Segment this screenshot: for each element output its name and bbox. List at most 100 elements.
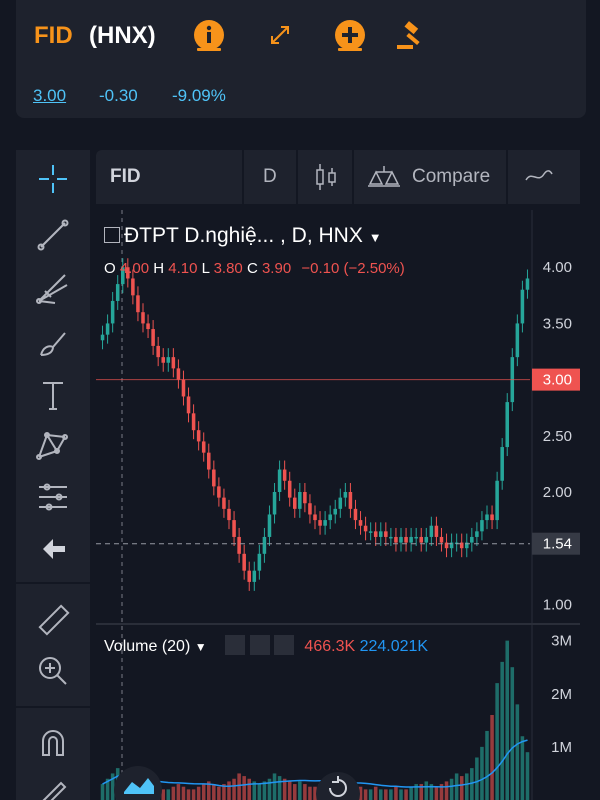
candle-body	[287, 480, 292, 498]
trend-line-icon[interactable]	[16, 212, 90, 258]
last-price[interactable]: 3.00	[33, 86, 66, 106]
indicators-icon[interactable]	[524, 166, 554, 191]
candle-body	[348, 492, 353, 509]
chart-legend-title[interactable]: ĐTPT D.nghiệ... , D, HNX ▼	[104, 224, 382, 248]
fib-icon[interactable]	[16, 266, 90, 312]
candle-body	[419, 536, 424, 543]
info-icon[interactable]	[192, 18, 226, 52]
volume-tick-label: 1M	[551, 739, 572, 756]
compare-button[interactable]: Compare	[412, 166, 490, 188]
candle-body	[181, 379, 186, 397]
change-value: −0.10 (−2.50%)	[301, 260, 405, 277]
chevron-down-icon[interactable]: ▼	[369, 230, 382, 245]
volume-legend: Volume (20) ▼ 466.3K 224.021K	[104, 635, 428, 656]
back-arrow-icon[interactable]	[16, 526, 90, 572]
candle-body	[399, 536, 403, 543]
candle-body	[313, 514, 317, 521]
collapse-icon[interactable]	[104, 227, 120, 243]
close-icon[interactable]	[273, 635, 294, 655]
candle-body	[323, 520, 327, 526]
ruler-icon[interactable]	[16, 598, 90, 644]
instrument-name: ĐTPT D.nghiệ...	[124, 224, 275, 247]
auction-icon[interactable]	[393, 18, 427, 52]
volume-tick-label: 2M	[551, 686, 572, 703]
candle-body	[206, 452, 211, 470]
prediction-icon[interactable]	[16, 474, 90, 520]
price-tick-label: 1.00	[543, 596, 572, 613]
current-price-label: 3.00	[543, 372, 572, 389]
candle-body	[242, 553, 246, 571]
candle-body	[292, 497, 297, 509]
open-label: O	[104, 260, 116, 277]
crosshair-icon[interactable]	[16, 156, 90, 202]
candle-body	[338, 497, 343, 509]
candle-body	[166, 357, 171, 363]
chart-toolbar: FID D Compare	[96, 150, 580, 204]
eye-icon[interactable]	[225, 635, 246, 655]
candle-body	[267, 514, 272, 537]
candle-body	[363, 525, 368, 532]
exchange-label: (HNX)	[89, 22, 156, 49]
price-change: -0.30	[99, 86, 138, 105]
candle-body	[480, 520, 484, 532]
candle-body	[358, 520, 363, 526]
volume-tick-label: 3M	[551, 633, 572, 650]
expand-icon[interactable]	[263, 18, 297, 52]
candle-body	[429, 525, 434, 537]
candle-body	[389, 536, 393, 539]
candle-body	[257, 553, 262, 571]
chevron-down-icon[interactable]: ▼	[195, 640, 207, 654]
settings-icon[interactable]	[249, 635, 270, 655]
close-label: C	[246, 260, 258, 277]
ticker-symbol: FID	[34, 22, 73, 49]
candle-body	[171, 357, 176, 369]
candle-body	[201, 441, 206, 453]
text-icon[interactable]	[16, 372, 90, 418]
compare-icon[interactable]	[366, 162, 402, 197]
zoom-in-icon[interactable]	[16, 648, 90, 694]
layout-icon[interactable]	[114, 766, 162, 800]
candle-body	[328, 514, 332, 521]
candle-body	[470, 536, 474, 543]
candle-body	[282, 469, 287, 481]
candle-body	[136, 295, 140, 313]
candle-type-icon[interactable]	[314, 162, 338, 197]
price-tick-label: 3.50	[543, 315, 572, 332]
candle-body	[424, 536, 429, 543]
volume-value: 466.3K	[304, 638, 356, 655]
candle-body	[414, 536, 418, 539]
candle-body	[384, 531, 388, 537]
price-chart[interactable]: 4.00 3.50 2.50 2.00 1.00 3.00 1.54 3M 2M 1M	[96, 210, 580, 800]
candle-body	[439, 536, 444, 543]
price-tick-label: 4.00	[543, 259, 572, 276]
interval-exchange: , D, HNX	[280, 224, 363, 247]
candle-body	[353, 508, 358, 521]
toolbar-divider-2	[16, 706, 90, 708]
replay-icon[interactable]	[316, 772, 360, 800]
price-tick-label: 2.50	[543, 428, 572, 445]
price-change-percent: -9.09%	[172, 86, 226, 105]
candle-body	[500, 447, 504, 481]
candle-body	[525, 278, 530, 290]
candle-body	[191, 413, 196, 431]
drawing-toolbar	[16, 150, 90, 800]
volume-ma-value: 224.021K	[359, 638, 429, 655]
candle-body	[217, 486, 221, 498]
candle-body	[373, 531, 378, 537]
high-label: H	[153, 260, 165, 277]
candle-body	[252, 570, 257, 582]
toolbar-separator	[352, 150, 354, 204]
add-icon[interactable]	[333, 18, 367, 52]
candle-body	[151, 329, 155, 346]
candle-body	[409, 536, 413, 543]
interval-button[interactable]: D	[263, 166, 277, 188]
brush-icon[interactable]	[16, 320, 90, 366]
candle-body	[303, 492, 307, 504]
pattern-icon[interactable]	[16, 422, 90, 468]
candle-body	[156, 345, 160, 358]
candle-body	[343, 492, 348, 498]
symbol-button[interactable]: FID	[110, 166, 141, 188]
candle-body	[515, 323, 520, 358]
candle-body	[434, 525, 439, 537]
chart-area[interactable]: 4.00 3.50 2.50 2.00 1.00 3.00 1.54 3M 2M 1M ĐTPT …	[96, 210, 580, 800]
